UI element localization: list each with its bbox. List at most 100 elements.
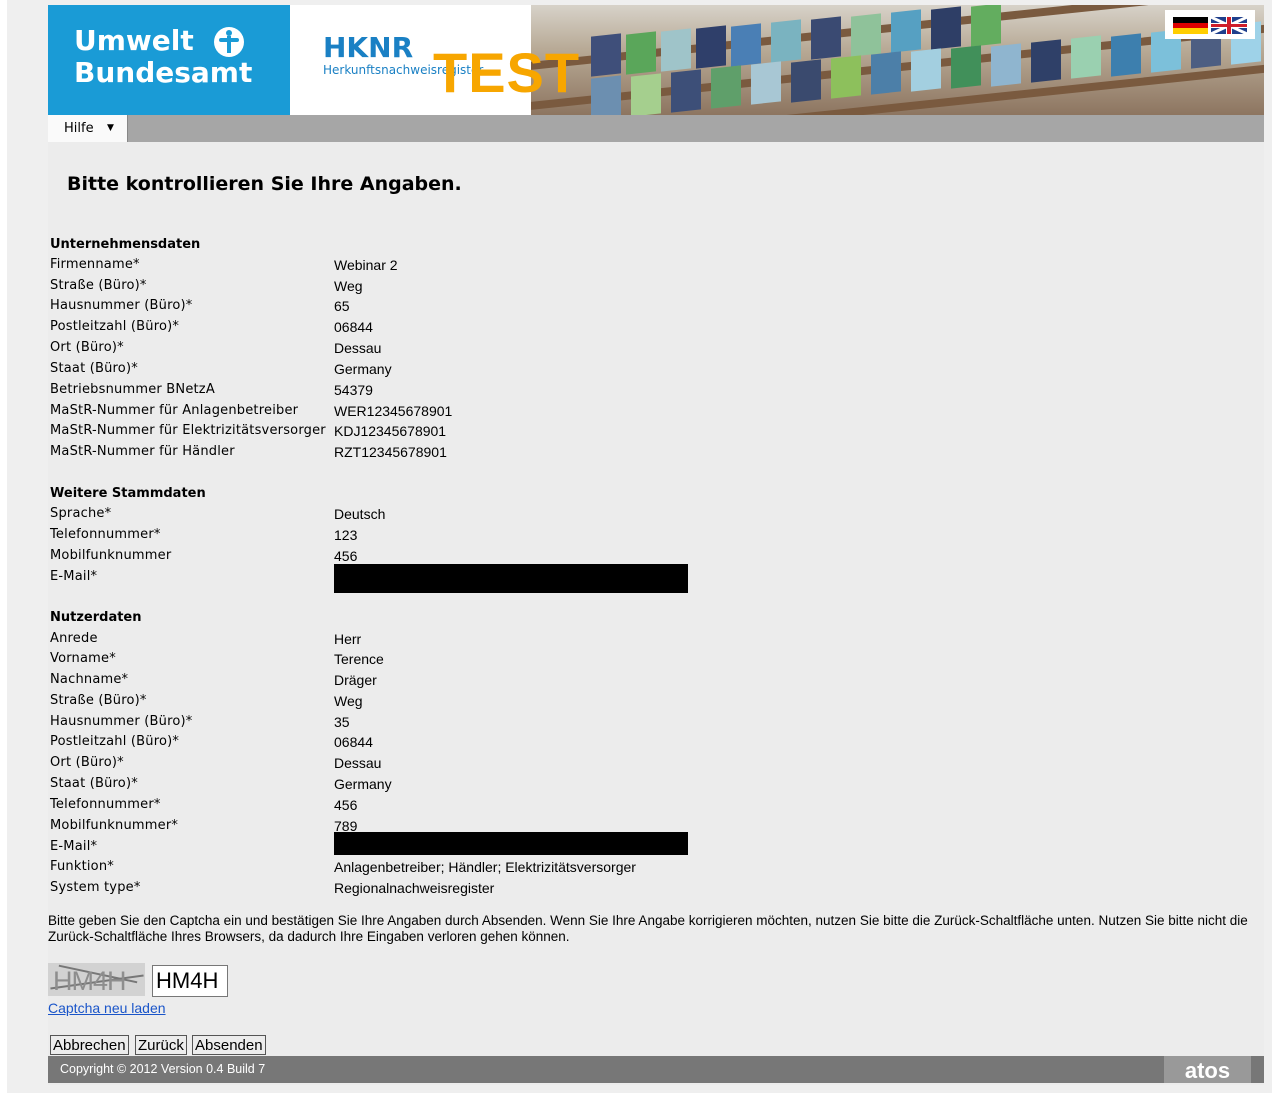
row-value: Dessau <box>334 755 382 771</box>
row-value: Anlagenbetreiber; Händler; Elektrizitäts… <box>334 859 636 875</box>
row-label: MaStR-Nummer für Elektrizitätsversorger <box>50 423 326 438</box>
data-row: System type* Regionalnachweisregister <box>50 878 950 898</box>
row-value: Webinar 2 <box>334 257 398 273</box>
row-value: 06844 <box>334 319 373 335</box>
flag-de-icon[interactable] <box>1173 17 1208 34</box>
redacted-email <box>334 564 688 593</box>
data-row: Anrede Herr <box>50 629 950 649</box>
row-label: Mobilfunknummer <box>50 548 172 563</box>
back-button[interactable]: Zurück <box>135 1035 187 1055</box>
atos-logo: atos <box>1164 1056 1251 1083</box>
row-label: Betriebsnummer BNetzA <box>50 382 215 397</box>
row-label: System type* <box>50 880 141 895</box>
data-row: Telefonnummer* 456 <box>50 795 950 815</box>
row-label: E-Mail* <box>50 839 98 854</box>
row-value: Herr <box>334 631 362 647</box>
data-row: MaStR-Nummer für Händler RZT12345678901 <box>50 442 950 462</box>
row-value: Dräger <box>334 672 377 688</box>
data-row: MaStR-Nummer für Anlagenbetreiber WER1234… <box>50 401 950 421</box>
row-value: RZT12345678901 <box>334 444 447 460</box>
uba-logo[interactable]: Umwelt Bundesamt <box>48 5 290 115</box>
captcha-image-text: HM4H <box>53 966 127 996</box>
row-label: Ort (Büro)* <box>50 755 124 770</box>
data-row: Sprache* Deutsch <box>50 504 950 524</box>
row-label: Staat (Büro)* <box>50 776 138 791</box>
footer: Copyright © 2012 Version 0.4 Build 7 ato… <box>48 1056 1264 1083</box>
captcha-input[interactable] <box>152 965 228 997</box>
row-value: KDJ12345678901 <box>334 423 447 439</box>
row-label: Ort (Büro)* <box>50 340 124 355</box>
data-row: Ort (Büro)* Dessau <box>50 753 950 773</box>
data-row: Nachname* Dräger <box>50 670 950 690</box>
row-label: Firmenname* <box>50 257 140 272</box>
header: Umwelt Bundesamt HKNR Herkunftsnachweisr… <box>48 5 1264 115</box>
row-value: Germany <box>334 361 392 377</box>
row-value: Regionalnachweisregister <box>334 880 495 896</box>
instructions-text: Bitte geben Sie den Captcha ein und best… <box>48 913 1248 944</box>
page-container: Umwelt Bundesamt HKNR Herkunftsnachweisr… <box>48 5 1264 1085</box>
captcha-reload-link[interactable]: Captcha neu laden <box>48 1000 166 1016</box>
row-value: 456 <box>334 548 358 564</box>
data-row: Postleitzahl (Büro)* 06844 <box>50 317 950 337</box>
logo-line1: Umwelt <box>74 24 194 57</box>
row-value: Weg <box>334 278 363 294</box>
row-value: Dessau <box>334 340 382 356</box>
data-row: Funktion* Anlagenbetreiber; Händler; Elek… <box>50 857 950 877</box>
data-row: Telefonnummer* 123 <box>50 525 950 545</box>
section-title-user: Nutzerdaten <box>50 610 142 625</box>
data-row: Straße (Büro)* Weg <box>50 691 950 711</box>
data-row: Postleitzahl (Büro)* 06844 <box>50 732 950 752</box>
copyright-text: Copyright © 2012 Version 0.4 Build 7 <box>60 1062 266 1076</box>
data-row: Betriebsnummer BNetzA 54379 <box>50 380 950 400</box>
row-value: 65 <box>334 298 350 314</box>
data-row: Firmenname* Webinar 2 <box>50 255 950 275</box>
row-value: Weg <box>334 693 363 709</box>
row-label: Vorname* <box>50 651 116 666</box>
menu-hilfe-label: Hilfe <box>64 121 94 136</box>
data-row: Hausnummer (Büro)* 35 <box>50 712 950 732</box>
row-label: MaStR-Nummer für Händler <box>50 444 235 459</box>
redacted-email <box>334 832 688 855</box>
row-value: WER12345678901 <box>334 403 453 419</box>
row-label: Straße (Büro)* <box>50 693 147 708</box>
page-background: Umwelt Bundesamt HKNR Herkunftsnachweisr… <box>7 0 1272 1093</box>
row-value: 54379 <box>334 382 373 398</box>
menu-bar: Hilfe ▼ <box>48 115 1264 142</box>
row-label: Sprache* <box>50 506 112 521</box>
row-label: Funktion* <box>50 859 114 874</box>
section-title-company: Unternehmensdaten <box>50 237 201 252</box>
row-label: Anrede <box>50 631 98 646</box>
captcha-image: HM4H <box>48 963 145 996</box>
data-row: Staat (Büro)* Germany <box>50 774 950 794</box>
cancel-button[interactable]: Abbrechen <box>50 1035 129 1055</box>
language-switcher <box>1165 10 1255 39</box>
row-label: Postleitzahl (Büro)* <box>50 734 180 749</box>
row-value: Germany <box>334 776 392 792</box>
test-stamp: TEST <box>433 41 581 104</box>
row-label: Hausnummer (Büro)* <box>50 298 193 313</box>
chevron-down-icon: ▼ <box>107 123 114 133</box>
row-value: 456 <box>334 797 358 813</box>
data-row: Mobilfunknummer 456 <box>50 546 950 566</box>
data-row: Ort (Büro)* Dessau <box>50 338 950 358</box>
flag-uk-icon[interactable] <box>1211 17 1247 34</box>
data-row: MaStR-Nummer für Elektrizitätsversorger K… <box>50 421 950 441</box>
logo-line2: Bundesamt <box>74 56 253 89</box>
data-row: Straße (Büro)* Weg <box>50 276 950 296</box>
row-value: Terence <box>334 651 384 667</box>
row-label: Mobilfunknummer* <box>50 818 179 833</box>
row-label: Staat (Büro)* <box>50 361 138 376</box>
data-row: Hausnummer (Büro)* 65 <box>50 296 950 316</box>
row-value: 35 <box>334 714 350 730</box>
row-label: E-Mail* <box>50 569 98 584</box>
row-label: Telefonnummer* <box>50 797 161 812</box>
data-row: Staat (Büro)* Germany <box>50 359 950 379</box>
submit-button[interactable]: Absenden <box>192 1035 266 1055</box>
page-title: Bitte kontrollieren Sie Ihre Angaben. <box>67 173 462 195</box>
row-value: 06844 <box>334 734 373 750</box>
data-row: Vorname* Terence <box>50 649 950 669</box>
row-value: Deutsch <box>334 506 386 522</box>
row-label: MaStR-Nummer für Anlagenbetreiber <box>50 403 299 418</box>
menu-hilfe[interactable]: Hilfe ▼ <box>48 115 128 142</box>
row-label: Telefonnummer* <box>50 527 161 542</box>
